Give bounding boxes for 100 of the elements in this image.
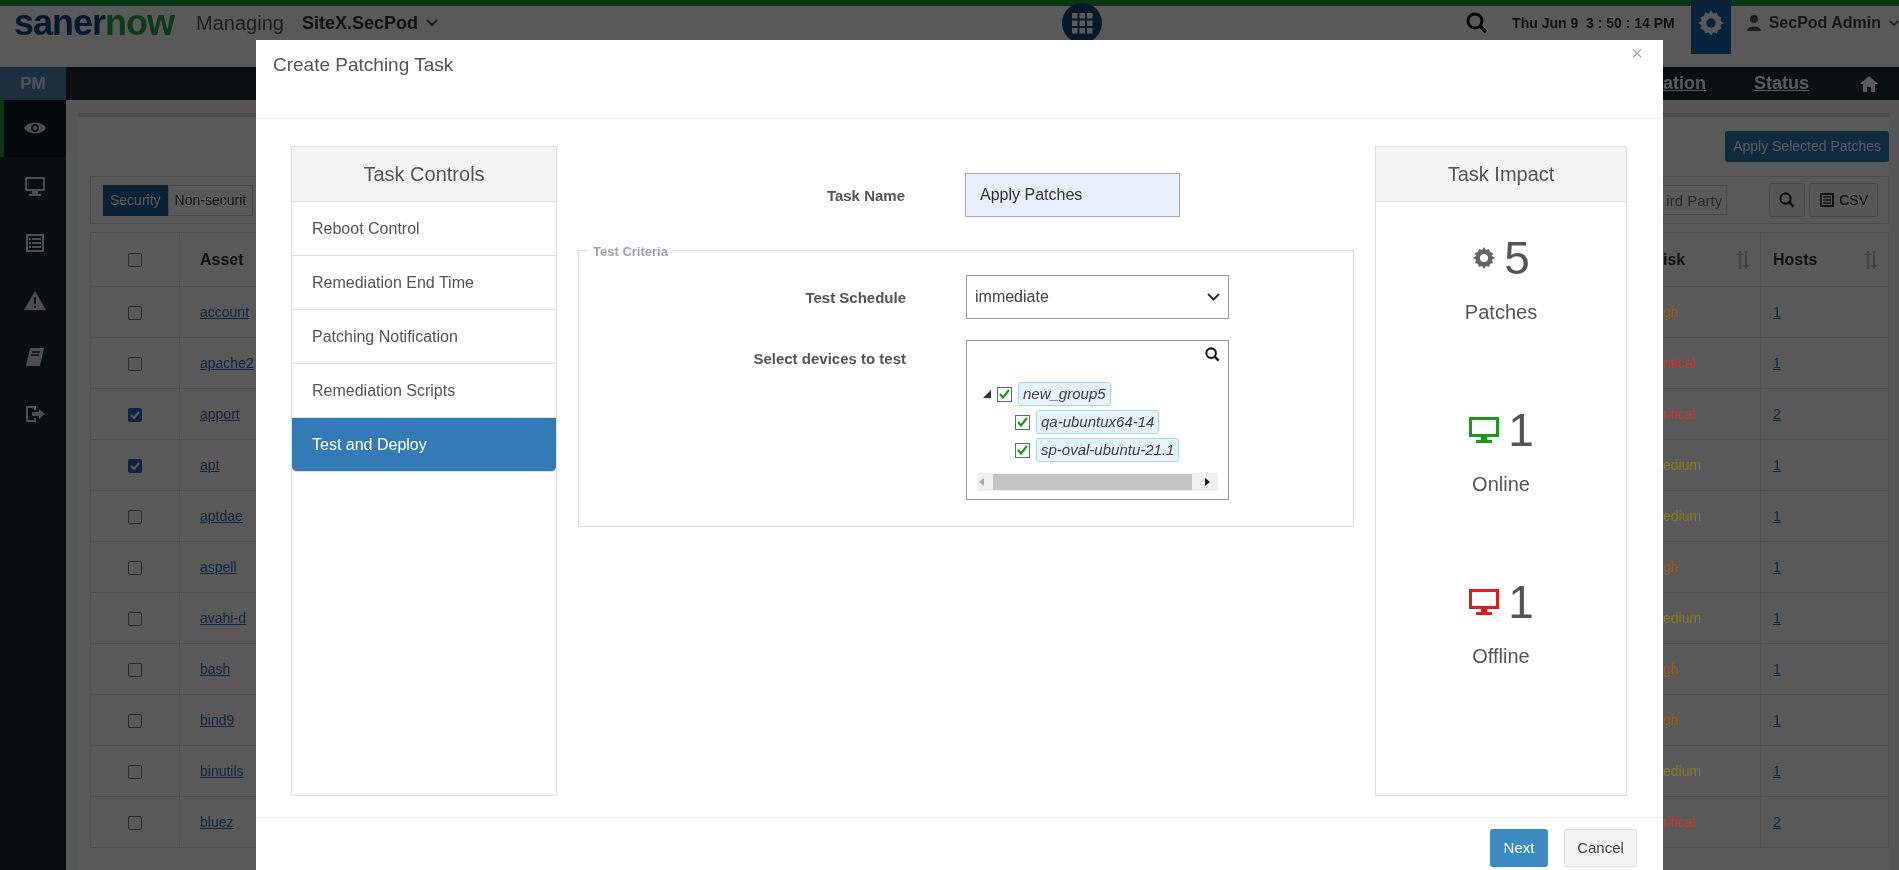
row-checkbox[interactable]: [128, 815, 142, 830]
book-icon: [23, 345, 47, 368]
hosts-link[interactable]: 1: [1773, 660, 1781, 677]
column-header: isk: [1663, 249, 1686, 270]
csv-button[interactable]: CSV: [1809, 183, 1878, 217]
tree-node[interactable]: sp-oval-ubuntu-21.1: [1036, 437, 1180, 463]
select-all-checkbox[interactable]: [128, 253, 142, 268]
row-checkbox[interactable]: [128, 458, 142, 473]
caret-icon: [1889, 19, 1899, 27]
task-name-field[interactable]: Apply Patches: [965, 173, 1180, 217]
close-button[interactable]: ×: [1631, 43, 1643, 63]
hosts-link[interactable]: 1: [1773, 762, 1781, 779]
column-header: Asset: [200, 249, 244, 270]
hosts-link[interactable]: 1: [1773, 711, 1781, 728]
asset-link[interactable]: aspell: [200, 558, 237, 575]
hosts-link[interactable]: 1: [1773, 303, 1781, 320]
table-icon: [1819, 192, 1836, 208]
risk-label: ritical: [1663, 813, 1696, 830]
tree-checkbox[interactable]: [997, 386, 1012, 402]
search-icon: [1779, 192, 1796, 208]
home-icon[interactable]: [1859, 74, 1879, 93]
settings-button[interactable]: [1690, 0, 1731, 54]
hosts-link[interactable]: 1: [1773, 558, 1781, 575]
risk-label: edium: [1663, 456, 1702, 473]
chevron-icon: [1207, 293, 1220, 301]
hosts-link[interactable]: 2: [1773, 405, 1781, 422]
settings-icon: [1696, 9, 1725, 37]
panel-title: Task Controls: [292, 147, 556, 202]
nav-link[interactable]: Status: [1754, 70, 1809, 97]
tree-node[interactable]: qa-ubuntux64-14: [1036, 409, 1160, 435]
asset-link[interactable]: bluez: [200, 813, 234, 830]
row-checkbox[interactable]: [128, 407, 142, 422]
hosts-link[interactable]: 1: [1773, 609, 1781, 626]
asset-link[interactable]: aptdae: [200, 507, 243, 524]
caret-icon: [425, 19, 438, 27]
sort-icon[interactable]: [1863, 250, 1879, 269]
field-label: Select devices to test: [752, 349, 906, 369]
asset-link[interactable]: bind9: [200, 711, 235, 728]
cancel-button[interactable]: Cancel: [1564, 829, 1637, 867]
risk-label: edium: [1663, 507, 1702, 524]
row-checkbox[interactable]: [128, 560, 142, 575]
apps-grid-icon[interactable]: [1062, 3, 1102, 43]
list-icon: [23, 231, 47, 254]
user-menu[interactable]: SecPod Admin: [1746, 11, 1899, 35]
sort-icon[interactable]: [1735, 250, 1751, 269]
row-checkbox[interactable]: [128, 611, 142, 626]
asset-link[interactable]: apt: [200, 456, 220, 473]
asset-link[interactable]: binutils: [200, 762, 244, 779]
search-icon[interactable]: [1205, 347, 1220, 362]
risk-label: gh: [1663, 303, 1679, 320]
site-selector[interactable]: SiteX.SecPod: [291, 9, 438, 37]
tree-checkbox[interactable]: [1015, 414, 1030, 430]
risk-label: ritical: [1663, 405, 1696, 422]
schedule-select[interactable]: immediate: [966, 275, 1229, 319]
user-icon: [1746, 15, 1761, 31]
risk-label: gh: [1663, 558, 1679, 575]
scroll-left-icon[interactable]: [977, 477, 987, 487]
filter-tab[interactable]: Non-securit: [167, 184, 254, 216]
hosts-link[interactable]: 1: [1773, 507, 1781, 524]
stat-value: 1: [1508, 579, 1534, 625]
risk-label: edium: [1663, 609, 1702, 626]
hosts-link[interactable]: 1: [1773, 354, 1781, 371]
field-label: Task Name: [825, 186, 905, 206]
hosts-link[interactable]: 1: [1773, 456, 1781, 473]
row-checkbox[interactable]: [128, 356, 142, 371]
managing-label: Managing: [196, 11, 284, 36]
horizontal-scrollbar[interactable]: [977, 473, 1218, 491]
stat-label: Online: [1472, 472, 1530, 497]
asset-link[interactable]: apport: [200, 405, 240, 422]
sidebar-item[interactable]: [0, 100, 66, 157]
row-checkbox[interactable]: [128, 509, 142, 524]
row-checkbox[interactable]: [128, 764, 142, 779]
scroll-right-icon[interactable]: [1202, 477, 1212, 487]
filter-tab[interactable]: Security: [103, 184, 168, 216]
tree-node[interactable]: new_group5: [1018, 381, 1111, 407]
asset-link[interactable]: avahi-d: [200, 609, 246, 626]
task-control-item[interactable]: Test and Deploy: [292, 418, 556, 472]
row-checkbox[interactable]: [128, 713, 142, 728]
risk-label: ritical: [1663, 354, 1696, 371]
apply-button[interactable]: Apply Selected Patches: [1725, 131, 1889, 162]
asset-link[interactable]: apache2: [200, 354, 254, 371]
tree-checkbox[interactable]: [1015, 442, 1030, 458]
search-button[interactable]: [1769, 183, 1806, 217]
stat-value: 5: [1504, 235, 1530, 281]
row-checkbox[interactable]: [128, 305, 142, 320]
date-time: Thu Jun 9 3 : 50 : 14 PM: [1512, 13, 1675, 33]
asset-link[interactable]: account: [200, 303, 250, 320]
modal-title: Create Patching Task: [273, 53, 454, 77]
field-label: Test Schedule: [804, 288, 906, 308]
nav-link[interactable]: ation: [1663, 70, 1706, 97]
risk-label: gh: [1663, 711, 1679, 728]
asset-link[interactable]: bash: [200, 660, 231, 677]
expand-toggle-icon[interactable]: [983, 390, 991, 398]
stat-value: 1: [1508, 407, 1534, 453]
row-checkbox[interactable]: [128, 662, 142, 677]
monitor-icon: [23, 174, 47, 197]
next-button[interactable]: Next: [1490, 829, 1548, 867]
risk-label: edium: [1663, 762, 1702, 779]
stat-label: Offline: [1472, 644, 1530, 669]
hosts-link[interactable]: 2: [1773, 813, 1781, 830]
